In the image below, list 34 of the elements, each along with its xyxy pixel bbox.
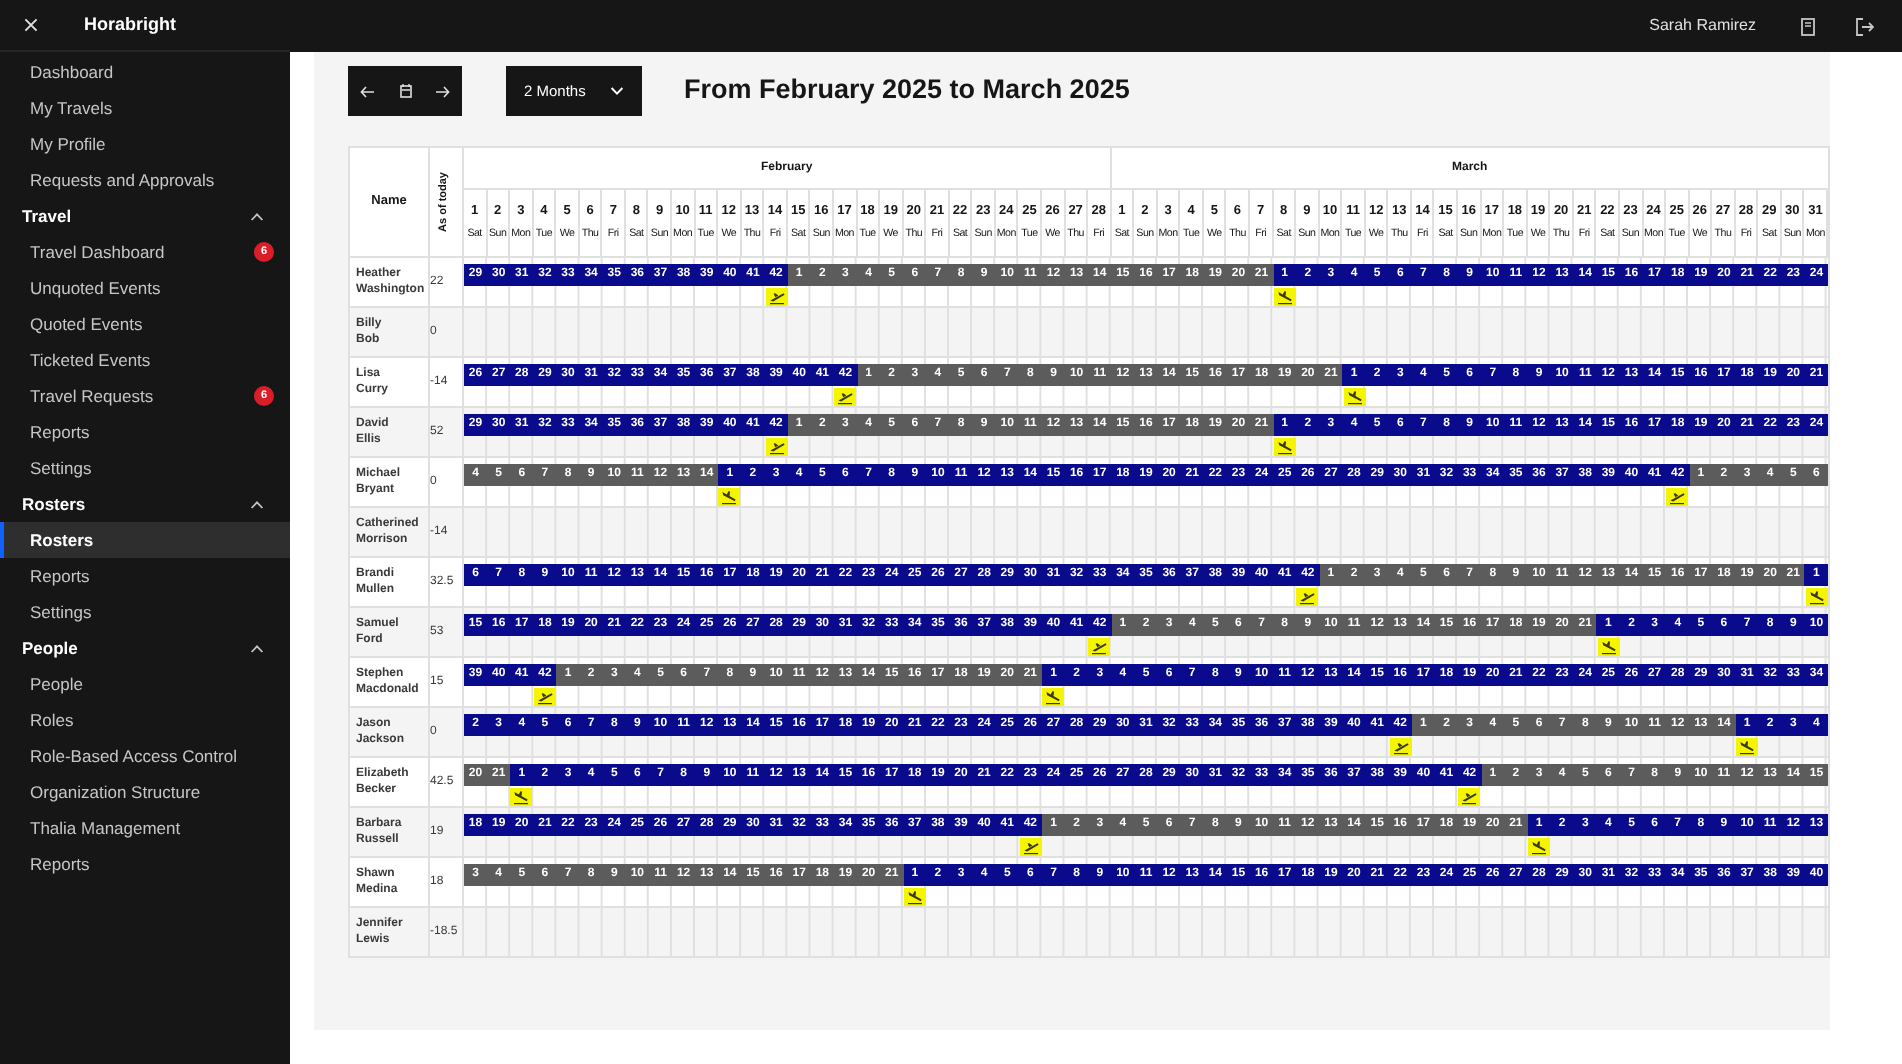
nav-item[interactable]: Quoted Events: [0, 306, 290, 342]
app-title: Horabright: [84, 11, 176, 38]
nav-item[interactable]: People: [0, 666, 290, 702]
nav-item[interactable]: Reports: [0, 558, 290, 594]
chevron-up-icon: [250, 643, 264, 653]
arrow-left-icon: [360, 85, 374, 97]
nav-item[interactable]: Unquoted Events: [0, 270, 290, 306]
arrow-right-icon: [436, 85, 450, 97]
nav-item[interactable]: Ticketed Events: [0, 342, 290, 378]
chevron-up-icon: [250, 211, 264, 221]
nav-item[interactable]: Settings: [0, 594, 290, 630]
section-header[interactable]: Travel: [0, 198, 290, 234]
chevron-down-icon: [610, 86, 624, 96]
nav-item[interactable]: Reports: [0, 414, 290, 450]
nav-item[interactable]: My Profile: [0, 126, 290, 162]
date-range-heading: From February 2025 to March 2025: [684, 72, 1130, 109]
book-icon[interactable]: [1800, 17, 1816, 35]
nav-item[interactable]: Requests and Approvals: [0, 162, 290, 198]
user-name[interactable]: Sarah Ramirez: [1649, 14, 1756, 38]
nav-item[interactable]: Organization Structure: [0, 774, 290, 810]
nav-item[interactable]: Thalia Management: [0, 810, 290, 846]
nav-item[interactable]: Roles: [0, 702, 290, 738]
nav-item[interactable]: Reports: [0, 846, 290, 882]
close-icon[interactable]: [24, 18, 38, 32]
chevron-up-icon: [250, 499, 264, 509]
nav-item[interactable]: Settings: [0, 450, 290, 486]
section-header[interactable]: People: [0, 630, 290, 666]
nav-item[interactable]: Dashboard: [0, 54, 290, 90]
calendar-icon: [399, 84, 411, 98]
nav-item[interactable]: My Travels: [0, 90, 290, 126]
nav-item[interactable]: Role-Based Access Control: [0, 738, 290, 774]
section-header[interactable]: Rosters: [0, 486, 290, 522]
logout-icon[interactable]: [1856, 17, 1874, 35]
nav-item[interactable]: Rosters: [0, 522, 290, 558]
